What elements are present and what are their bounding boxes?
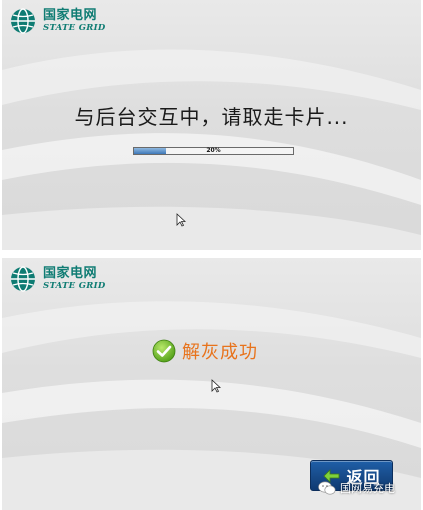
check-circle-icon: [152, 339, 176, 363]
wechat-icon: [318, 481, 336, 495]
globe-logo-icon: [11, 266, 35, 292]
success-indicator: 解灰成功: [152, 338, 258, 364]
processing-screen: 国家电网 STATE GRID 与后台交互中，请取走卡片... 20%: [2, 0, 421, 250]
processing-message: 与后台交互中，请取走卡片...: [74, 105, 349, 129]
watermark: 国网易充电: [318, 480, 395, 496]
progress-bar: 20%: [133, 147, 294, 155]
brand-name-en: STATE GRID: [43, 281, 106, 292]
globe-logo-icon: [11, 8, 35, 34]
mouse-pointer-icon: [176, 213, 186, 227]
state-grid-logo: 国家电网 STATE GRID: [10, 264, 106, 294]
brand-name-cn: 国家电网: [43, 266, 98, 282]
success-message: 解灰成功: [182, 342, 258, 363]
screenshot-divider: [0, 250, 423, 258]
brand-name-en: STATE GRID: [43, 23, 106, 34]
mouse-pointer-icon: [211, 379, 221, 393]
watermark-text: 国网易充电: [340, 482, 395, 495]
progress-label: 20%: [206, 147, 221, 154]
brand-name-cn: 国家电网: [43, 8, 98, 24]
state-grid-logo: 国家电网 STATE GRID: [10, 6, 106, 36]
